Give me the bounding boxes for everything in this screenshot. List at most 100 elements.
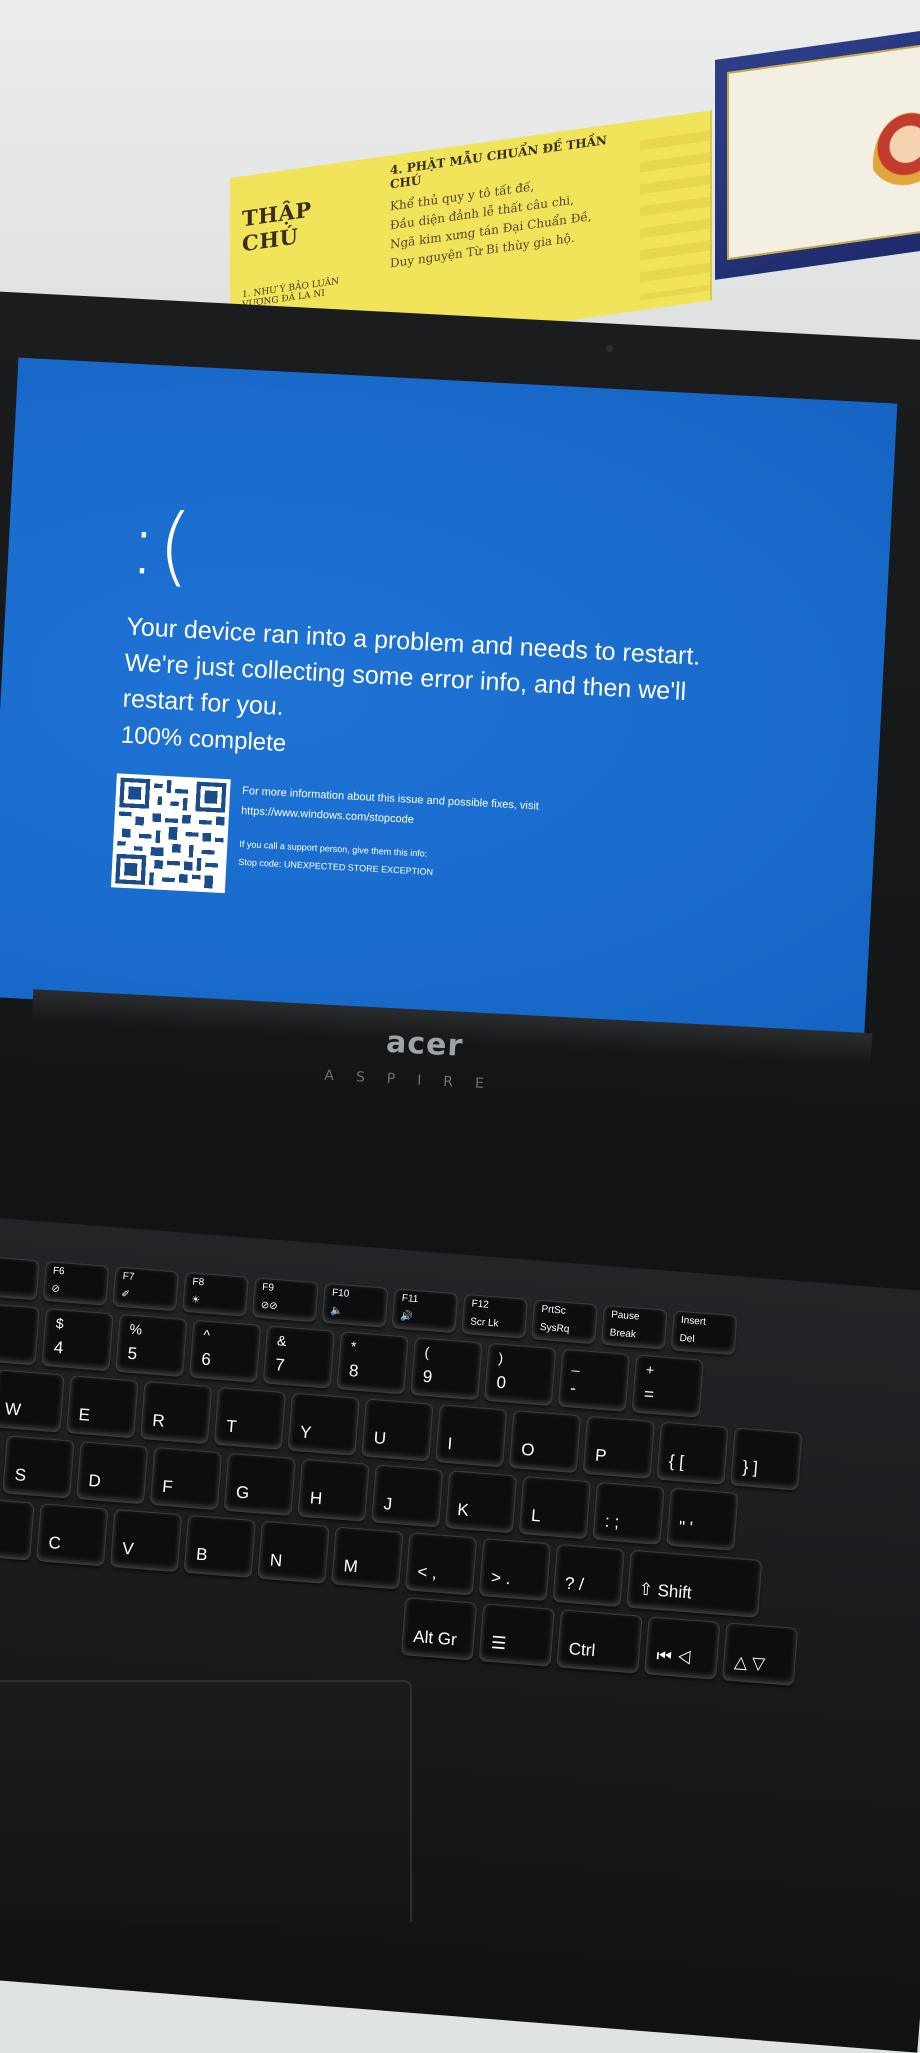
key-label: SysRq <box>539 1321 570 1336</box>
function-key[interactable]: F9 ⊘⊘ <box>252 1278 318 1322</box>
modifier-key[interactable]: Ctrl <box>557 1610 642 1673</box>
letter-key[interactable]: X <box>0 1498 34 1560</box>
function-key[interactable]: F11 🔊 <box>392 1289 458 1333</box>
letter-key[interactable]: S <box>3 1436 74 1498</box>
key-label: Del <box>679 1332 695 1345</box>
key-secondary-label: ^ <box>202 1326 211 1343</box>
letter-key[interactable]: { [ <box>657 1422 728 1484</box>
key-label: O <box>520 1439 536 1460</box>
key-label: R <box>151 1410 166 1431</box>
letter-key[interactable]: G <box>224 1453 295 1515</box>
key-label: } ] <box>741 1457 759 1478</box>
letter-key[interactable]: N <box>258 1521 329 1583</box>
letter-key[interactable]: F <box>150 1448 222 1510</box>
number-key[interactable]: (9 <box>411 1338 482 1400</box>
letter-key[interactable]: B <box>184 1515 255 1577</box>
key-secondary-label: _ <box>571 1355 581 1373</box>
key-secondary-label: F10 <box>331 1287 350 1300</box>
function-key[interactable]: F5♨ <box>0 1256 39 1300</box>
function-key[interactable]: F10 🔈 <box>322 1283 388 1327</box>
acer-logo: acer <box>385 1024 465 1064</box>
key-label: > . <box>490 1567 512 1589</box>
key-label: M <box>342 1556 359 1577</box>
key-label: Alt Gr <box>412 1626 458 1650</box>
key-label: L <box>530 1505 542 1526</box>
number-key[interactable]: & 7 <box>263 1326 334 1388</box>
number-key[interactable]: _ - <box>558 1349 630 1411</box>
letter-key[interactable]: I <box>436 1405 507 1467</box>
key-label: : ; <box>604 1511 620 1532</box>
letter-key[interactable]: : ; <box>593 1482 664 1544</box>
letter-key[interactable]: } ] <box>731 1428 802 1490</box>
modifier-key[interactable]: △ ▽ <box>722 1623 798 1685</box>
key-label: W <box>4 1399 22 1420</box>
letter-key[interactable]: K <box>446 1471 517 1533</box>
letter-key[interactable]: V <box>110 1510 182 1572</box>
function-key[interactable]: F8 ☀ <box>183 1272 248 1316</box>
function-key[interactable]: F12 Scr Lk <box>462 1294 528 1338</box>
letter-key[interactable]: T <box>214 1387 286 1449</box>
letter-key[interactable]: P <box>583 1416 654 1478</box>
key-label: △ ▽ <box>733 1652 766 1674</box>
letter-key[interactable]: C <box>37 1504 108 1566</box>
letter-key[interactable]: D <box>77 1442 148 1504</box>
key-label: < , <box>416 1562 438 1583</box>
key-label: V <box>121 1538 135 1559</box>
key-label: D <box>87 1470 102 1491</box>
letter-key[interactable]: W <box>0 1370 64 1432</box>
key-label: ☀ <box>190 1294 201 1307</box>
letter-key[interactable]: < , <box>406 1533 477 1595</box>
letter-key[interactable]: J <box>372 1465 443 1527</box>
webcam-icon <box>604 343 616 354</box>
key-secondary-label: F6 <box>52 1265 65 1278</box>
modifier-key[interactable]: ☰ <box>479 1604 554 1666</box>
key-label: 8 <box>348 1361 360 1381</box>
key-secondary-label: F9 <box>261 1281 275 1294</box>
key-secondary-label: & <box>276 1332 288 1349</box>
key-label: 🔈 <box>330 1305 344 1318</box>
aspire-series-label: ASPIRE <box>323 1067 507 1094</box>
function-key[interactable]: Insert Del <box>671 1311 737 1355</box>
key-label: S <box>14 1465 27 1485</box>
number-key[interactable]: % 5 <box>116 1314 187 1376</box>
modifier-key[interactable]: Alt Gr <box>401 1598 477 1660</box>
key-secondary-label: Pause <box>610 1309 640 1323</box>
letter-key[interactable]: U <box>362 1399 433 1461</box>
key-label: 7 <box>274 1355 286 1375</box>
key-label: 🔊 <box>399 1310 414 1323</box>
key-label: ☰ <box>490 1633 508 1654</box>
number-key[interactable]: ^ 6 <box>190 1320 261 1382</box>
touchpad[interactable] <box>0 1680 412 1922</box>
key-label: J <box>382 1494 393 1514</box>
letter-key[interactable]: M <box>332 1527 403 1589</box>
number-key[interactable]: + = <box>632 1355 703 1417</box>
letter-key[interactable]: " ' <box>667 1488 738 1550</box>
key-label: 9 <box>422 1366 433 1387</box>
letter-key[interactable]: E <box>67 1376 138 1438</box>
function-key[interactable]: F6 ⊘ <box>43 1261 109 1305</box>
key-label: U <box>373 1428 387 1449</box>
letter-key[interactable]: H <box>298 1459 369 1521</box>
modifier-key[interactable]: ⏮ ◁ <box>645 1617 720 1679</box>
letter-key[interactable]: R <box>141 1382 212 1444</box>
number-key[interactable]: ) 0 <box>485 1343 556 1405</box>
letter-key[interactable]: ? / <box>553 1544 624 1606</box>
key-label: Ctrl <box>568 1639 596 1661</box>
key-label: ⇧ Shift <box>638 1579 693 1603</box>
key-label: N <box>269 1550 283 1571</box>
function-key[interactable]: F7 ✐ <box>113 1267 179 1311</box>
qr-code-icon <box>110 773 231 894</box>
number-key[interactable]: * 8 <box>337 1332 408 1394</box>
number-key[interactable]: $4 <box>42 1309 113 1371</box>
key-label: G <box>235 1482 251 1503</box>
letter-key[interactable]: L <box>519 1477 590 1539</box>
function-key[interactable]: Pause Break <box>601 1305 667 1349</box>
key-label: P <box>594 1445 608 1466</box>
key-secondary-label: * <box>350 1338 357 1355</box>
letter-key[interactable]: Y <box>288 1393 359 1455</box>
number-key[interactable]: #3 <box>0 1303 39 1365</box>
letter-key[interactable]: O <box>509 1411 581 1473</box>
function-key[interactable]: PrtSc SysRq <box>532 1300 597 1344</box>
shift-key[interactable]: ⇧ Shift <box>627 1550 762 1617</box>
letter-key[interactable]: > . <box>479 1539 550 1601</box>
